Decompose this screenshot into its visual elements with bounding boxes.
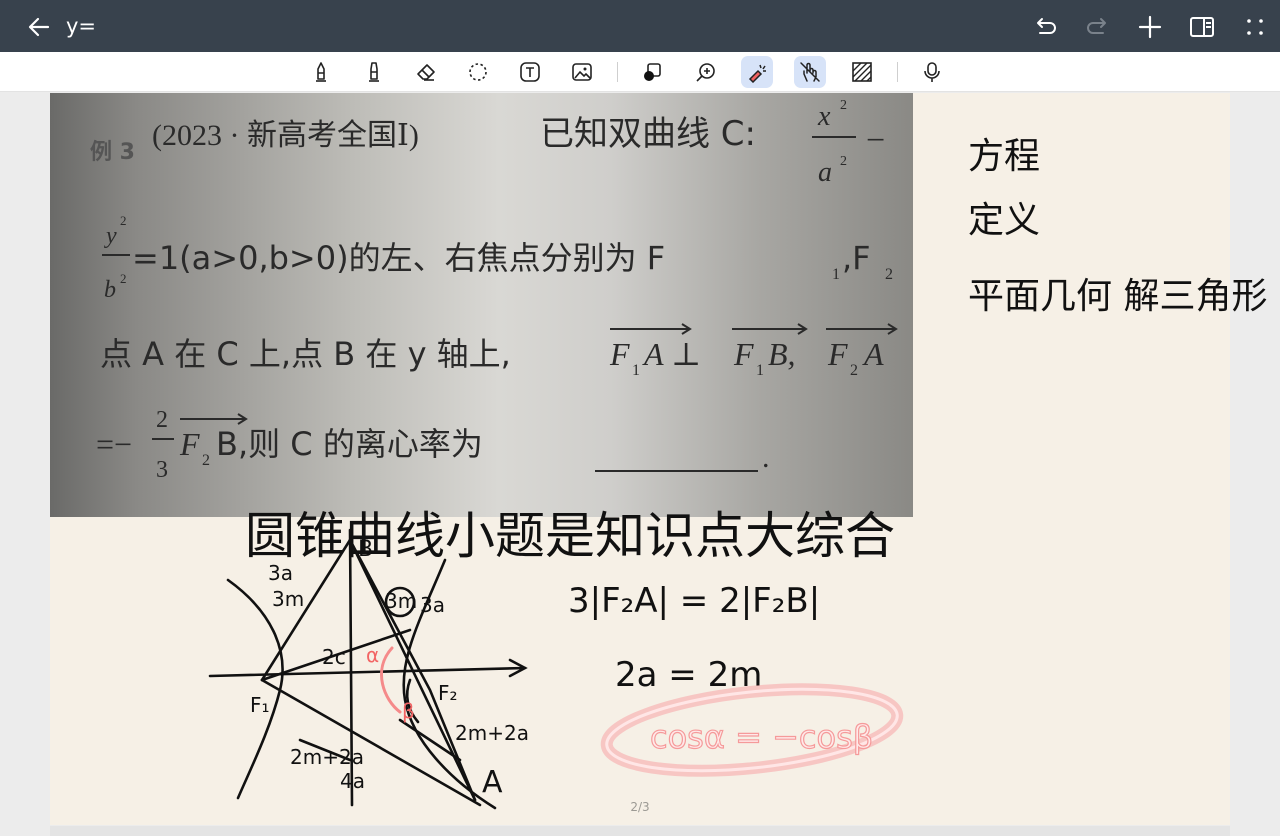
- diagram-label: 2m+2a: [290, 745, 364, 769]
- x-axis: [208, 666, 527, 678]
- hyperbola-diagram: [208, 528, 528, 810]
- diagram-label: 3a: [420, 593, 445, 617]
- diagram-label: 3a: [268, 561, 293, 585]
- side-note-definition: 定义: [968, 200, 1040, 241]
- angle-alpha-arc: [380, 646, 402, 714]
- diagram-label-b: B: [358, 537, 373, 562]
- diagram-label: 3m: [272, 587, 304, 611]
- ink-layer: 圆锥曲线小题是知识点大综合 方程 定义 平面几何 解三角形 3|F₂A| = 2…: [208, 136, 1267, 810]
- diagram-label-a: A: [482, 765, 503, 800]
- diagram-label-f2: F₂: [438, 681, 458, 705]
- diagram-label: 2c: [322, 645, 346, 669]
- page-bottom-edge: [50, 826, 1230, 836]
- diagram-label: 2m+2a: [455, 721, 529, 745]
- equation-ratio: 3|F₂A| = 2|F₂B|: [568, 581, 820, 621]
- diagram-label-alpha: α: [366, 643, 379, 667]
- diagram-label-f1: F₁: [250, 693, 270, 717]
- diagram-label-beta: β: [402, 699, 415, 723]
- equation-cos: cosα = −cosβ: [650, 718, 873, 756]
- left-branch: [226, 578, 284, 800]
- notes-heading: 圆锥曲线小题是知识点大综合: [245, 507, 895, 565]
- page-indicator: 2/3: [630, 800, 650, 814]
- side-note-equation: 方程: [968, 136, 1040, 177]
- side-note-geometry: 平面几何 解三角形: [968, 276, 1267, 317]
- diagram-label: 4a: [340, 769, 365, 793]
- diagram-label: 3m: [385, 589, 417, 613]
